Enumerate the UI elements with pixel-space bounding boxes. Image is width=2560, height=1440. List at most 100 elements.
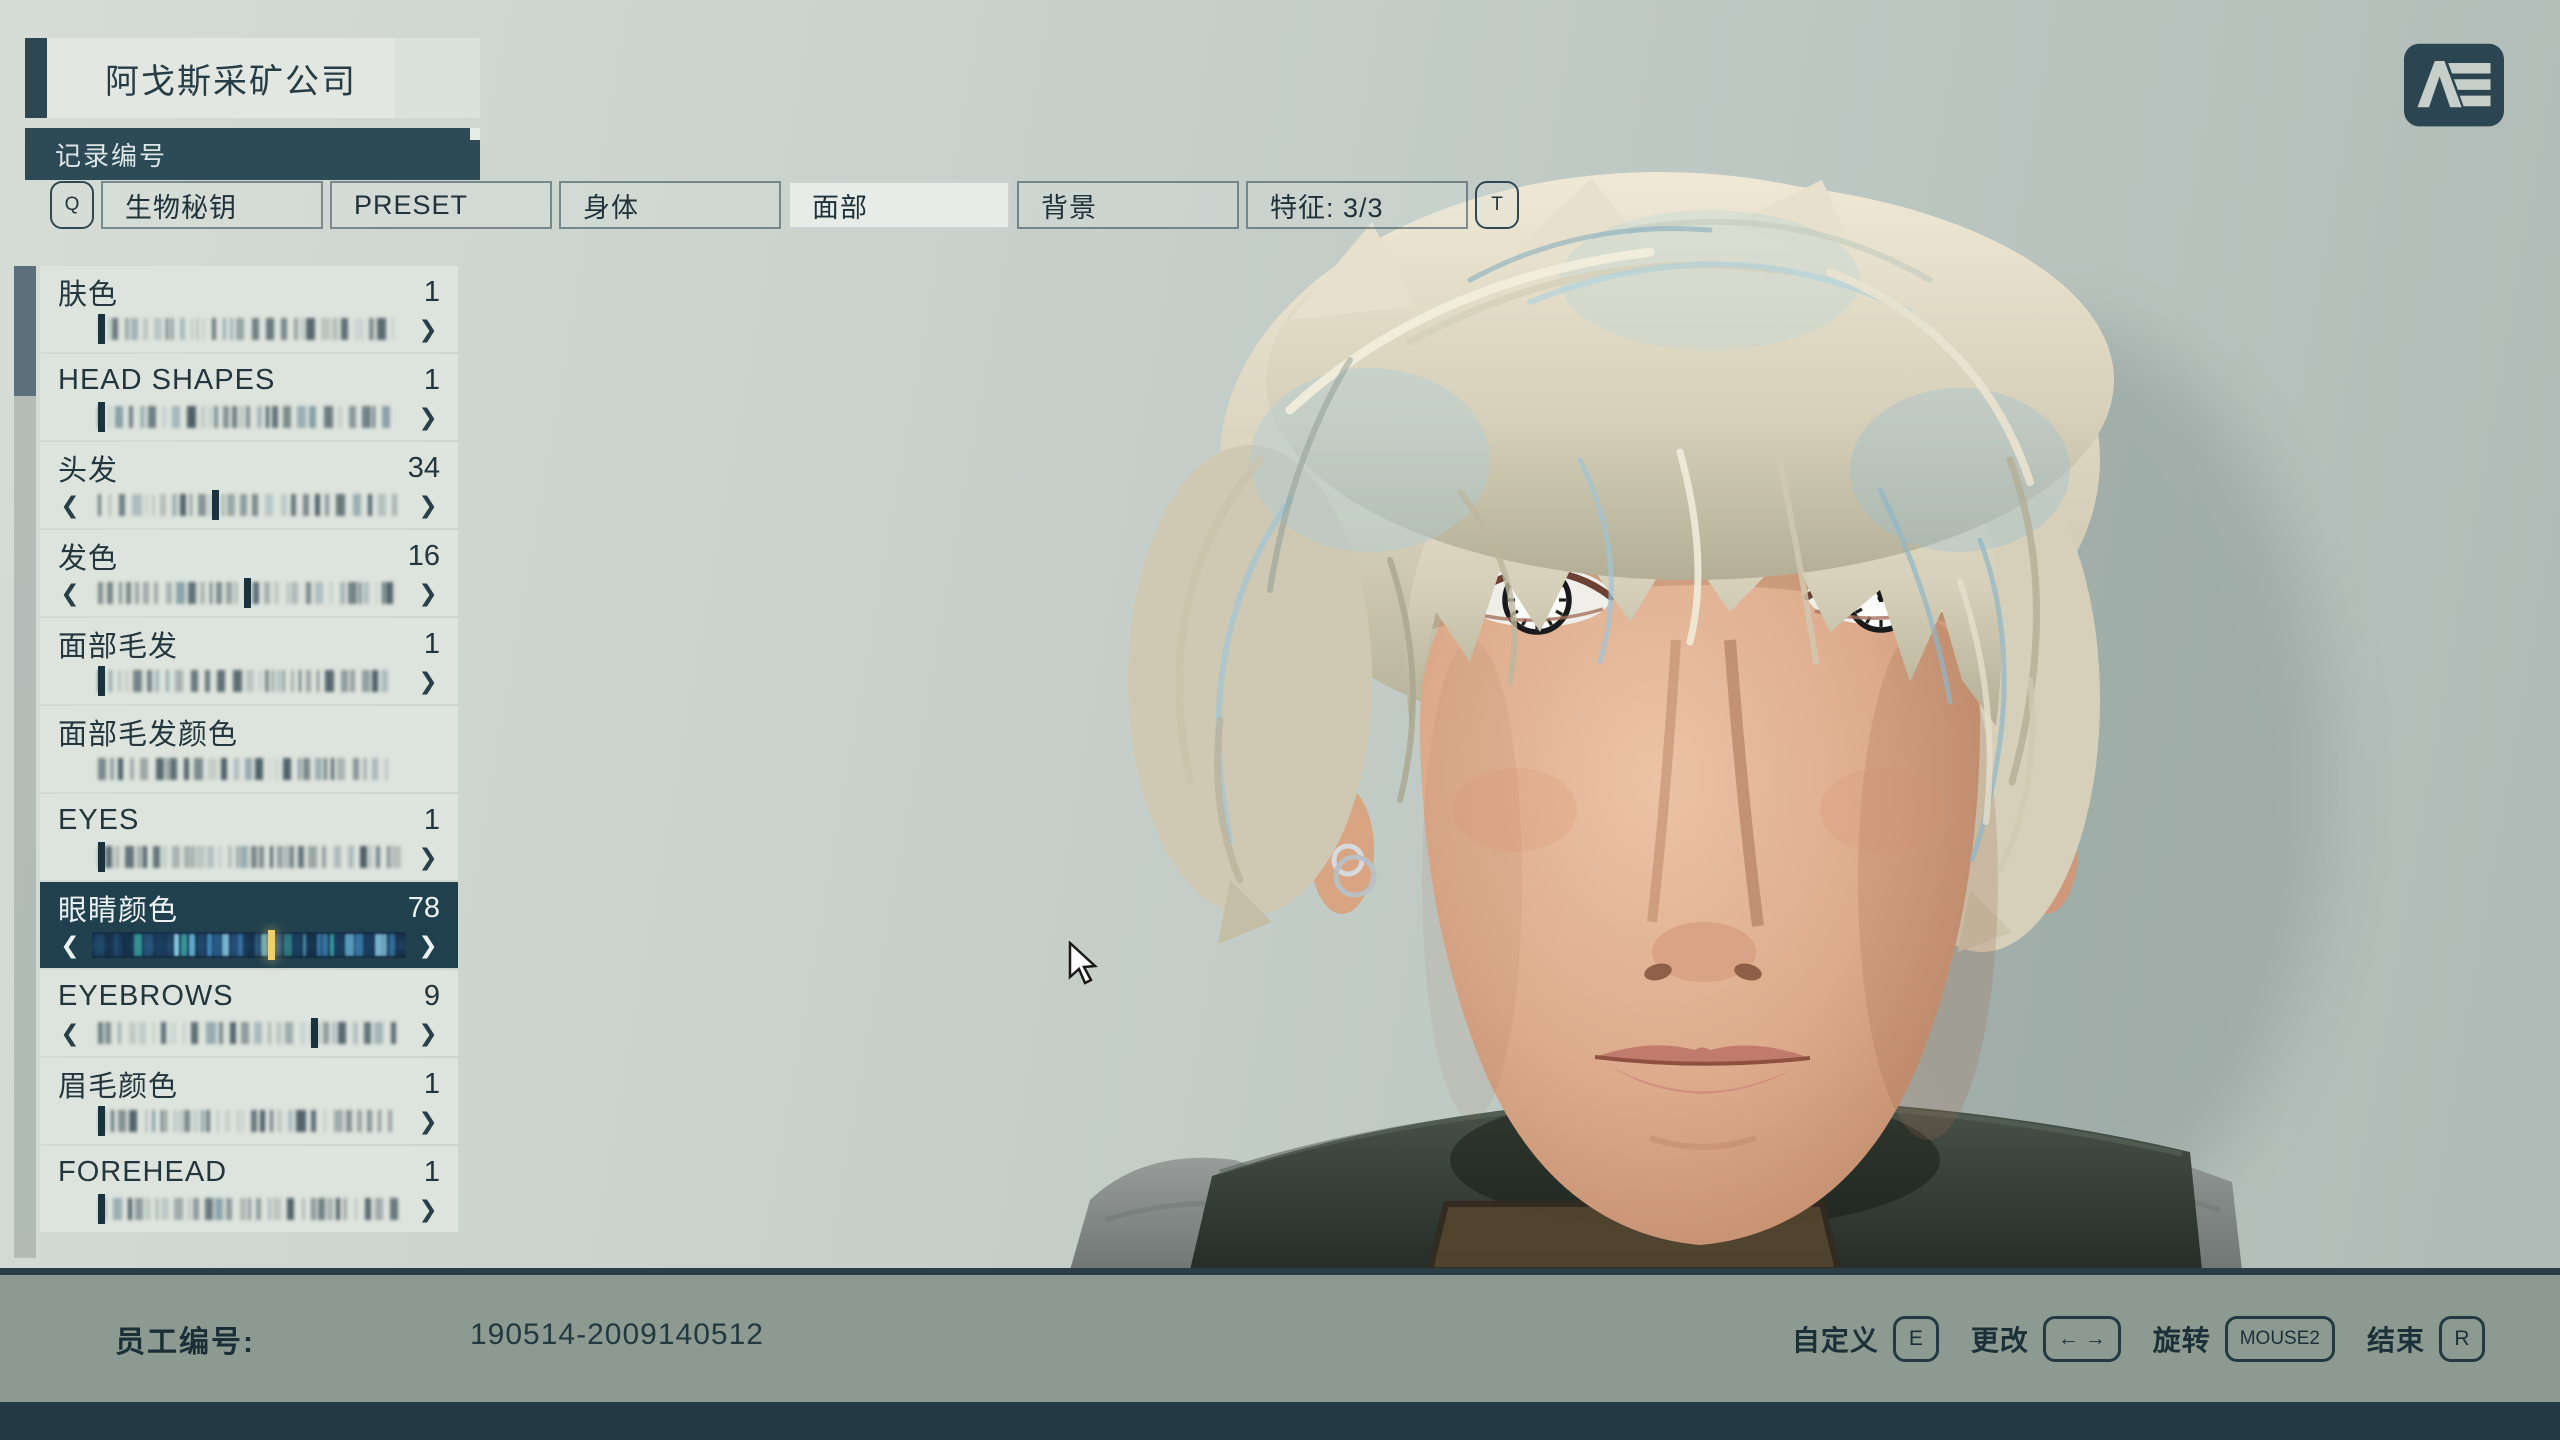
next-arrow-icon[interactable]: ❯ bbox=[416, 314, 440, 344]
row-slider: ❮ ❯ bbox=[58, 490, 440, 520]
prev-arrow-icon[interactable]: ❮ bbox=[58, 490, 82, 520]
slider-track[interactable] bbox=[92, 580, 406, 606]
row-value: 34 bbox=[408, 452, 440, 485]
sidebar-row-10[interactable]: FOREHEAD 1 ❮ ❯ bbox=[40, 1146, 458, 1232]
title-accent-bar bbox=[25, 38, 47, 118]
tab-0[interactable]: 生物秘钥 bbox=[101, 181, 323, 229]
row-label: EYES bbox=[58, 804, 139, 837]
tab-5[interactable]: 特征: 3/3 bbox=[1246, 181, 1468, 229]
row-label: FOREHEAD bbox=[58, 1156, 227, 1189]
sidebar-row-8[interactable]: EYEBROWS 9 ❮ ❯ bbox=[40, 970, 458, 1056]
keycap[interactable]: E bbox=[1893, 1316, 1939, 1362]
row-value: 1 bbox=[424, 1156, 440, 1189]
company-name: 阿戈斯采矿公司 bbox=[47, 38, 395, 118]
sidebar-row-7[interactable]: 眼睛颜色 78 ❮ ❯ bbox=[40, 882, 458, 968]
row-value: 1 bbox=[424, 804, 440, 837]
sidebar-row-0[interactable]: 肤色 1 ❮ ❯ bbox=[40, 266, 458, 352]
next-arrow-icon[interactable]: ❯ bbox=[416, 930, 440, 960]
row-slider: ❮ ❯ bbox=[58, 930, 440, 960]
sidebar-row-1[interactable]: HEAD SHAPES 1 ❮ ❯ bbox=[40, 354, 458, 440]
sidebar-row-4[interactable]: 面部毛发 1 ❮ ❯ bbox=[40, 618, 458, 704]
barcode-pattern bbox=[92, 846, 406, 868]
control-label: 结束 bbox=[2367, 1319, 2425, 1359]
row-value: 1 bbox=[424, 364, 440, 397]
row-label: 眼睛颜色 bbox=[58, 887, 178, 929]
keycap[interactable]: ← → bbox=[2043, 1316, 2121, 1362]
row-slider: ❮ ❯ bbox=[58, 842, 440, 872]
slider-track[interactable] bbox=[92, 844, 406, 870]
row-value: 16 bbox=[408, 540, 440, 573]
record-number-label: 记录编号 bbox=[55, 136, 167, 173]
slider-track[interactable] bbox=[92, 932, 406, 958]
record-number-tab[interactable]: 记录编号 bbox=[25, 128, 480, 180]
prev-arrow-icon[interactable]: ❮ bbox=[58, 578, 82, 608]
row-label: 眉毛颜色 bbox=[58, 1063, 178, 1105]
footer-bar: 员工编号: 190514-2009140512 自定义 E 更改 ← → 旋转 … bbox=[0, 1275, 2560, 1402]
sidebar-row-3[interactable]: 发色 16 ❮ ❯ bbox=[40, 530, 458, 616]
slider-position-marker bbox=[244, 578, 251, 608]
sidebar-scrollbar[interactable] bbox=[14, 266, 36, 1258]
next-arrow-icon[interactable]: ❯ bbox=[416, 402, 440, 432]
footer-separator bbox=[0, 1268, 2560, 1275]
sidebar-row-9[interactable]: 眉毛颜色 1 ❮ ❯ bbox=[40, 1058, 458, 1144]
keycap[interactable]: MOUSE2 bbox=[2225, 1316, 2335, 1362]
slider-track[interactable] bbox=[92, 1196, 406, 1222]
slider-track[interactable] bbox=[92, 404, 406, 430]
prev-category-key-q[interactable]: Q bbox=[50, 181, 94, 229]
slider-position-marker bbox=[98, 402, 105, 432]
next-arrow-icon[interactable]: ❯ bbox=[416, 842, 440, 872]
next-arrow-icon[interactable]: ❯ bbox=[416, 1018, 440, 1048]
keycap[interactable]: R bbox=[2439, 1316, 2485, 1362]
sidebar-row-2[interactable]: 头发 34 ❮ ❯ bbox=[40, 442, 458, 528]
tabs-host: 生物秘钥PRESET身体面部背景特征: 3/3 bbox=[101, 181, 1468, 229]
barcode-pattern bbox=[92, 318, 406, 340]
next-category-key-t[interactable]: T bbox=[1475, 181, 1519, 229]
slider-track[interactable] bbox=[92, 756, 406, 782]
slider-position-marker bbox=[98, 1106, 105, 1136]
next-arrow-icon[interactable]: ❯ bbox=[416, 1194, 440, 1224]
scrollbar-thumb[interactable] bbox=[14, 266, 36, 396]
slider-track[interactable] bbox=[92, 668, 406, 694]
tab-4[interactable]: 背景 bbox=[1017, 181, 1239, 229]
footer-control-2: 旋转 MOUSE2 bbox=[2153, 1316, 2335, 1362]
slider-track[interactable] bbox=[92, 1020, 406, 1046]
row-label: HEAD SHAPES bbox=[58, 364, 275, 397]
slider-position-marker bbox=[98, 1194, 105, 1224]
tab-1[interactable]: PRESET bbox=[330, 181, 552, 229]
slider-position-marker bbox=[98, 666, 105, 696]
ae-logo-icon bbox=[2404, 42, 2504, 132]
row-slider: ❮ ❯ bbox=[58, 1194, 440, 1224]
slider-track[interactable] bbox=[92, 492, 406, 518]
next-arrow-icon[interactable]: ❯ bbox=[416, 490, 440, 520]
row-label: 头发 bbox=[58, 447, 118, 489]
slider-position-marker bbox=[212, 490, 219, 520]
control-label: 旋转 bbox=[2153, 1319, 2211, 1359]
slider-track[interactable] bbox=[92, 1108, 406, 1134]
tab-3[interactable]: 面部 bbox=[788, 181, 1010, 229]
row-label: 肤色 bbox=[58, 271, 118, 313]
slider-track[interactable] bbox=[92, 316, 406, 342]
slider-position-marker bbox=[311, 1018, 318, 1048]
feature-slider-list: 肤色 1 ❮ ❯ HEAD SHAPES 1 ❮ ❯ 头发 34 bbox=[40, 266, 458, 1260]
prev-arrow-icon[interactable]: ❮ bbox=[58, 1018, 82, 1048]
sidebar-row-5[interactable]: 面部毛发颜色 ❮ ❯ bbox=[40, 706, 458, 792]
company-title-box: 阿戈斯采矿公司 bbox=[25, 38, 480, 118]
slider-position-marker bbox=[268, 930, 275, 960]
row-value: 9 bbox=[424, 980, 440, 1013]
character-portrait-viewport[interactable] bbox=[530, 160, 2560, 1270]
category-tab-bar: Q 生物秘钥PRESET身体面部背景特征: 3/3 T bbox=[50, 181, 1519, 229]
row-slider: ❮ ❯ bbox=[58, 314, 440, 344]
row-label: EYEBROWS bbox=[58, 980, 234, 1013]
next-arrow-icon[interactable]: ❯ bbox=[416, 1106, 440, 1136]
sidebar-row-6[interactable]: EYES 1 ❮ ❯ bbox=[40, 794, 458, 880]
next-arrow-icon[interactable]: ❯ bbox=[416, 578, 440, 608]
tab-2[interactable]: 身体 bbox=[559, 181, 781, 229]
next-arrow-icon[interactable]: ❯ bbox=[416, 666, 440, 696]
control-label: 自定义 bbox=[1792, 1319, 1879, 1359]
prev-arrow-icon[interactable]: ❮ bbox=[58, 930, 82, 960]
mouse-cursor bbox=[1068, 941, 1114, 989]
row-slider: ❮ ❯ bbox=[58, 1106, 440, 1136]
title-extension bbox=[395, 38, 480, 118]
slider-position-marker bbox=[98, 314, 105, 344]
row-label: 面部毛发颜色 bbox=[58, 711, 238, 753]
